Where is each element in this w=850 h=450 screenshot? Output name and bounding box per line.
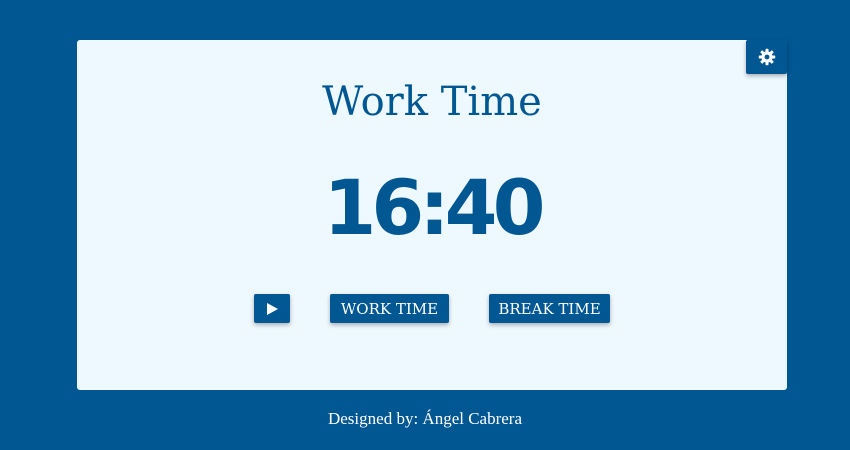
break-time-button[interactable]: BREAK TIME (489, 294, 610, 323)
gear-icon (758, 48, 775, 66)
timer-display: 16:40 (323, 163, 546, 252)
timer-card: Work Time 16:40 WORK TIME BREAK TIME (77, 40, 787, 390)
work-time-button[interactable]: WORK TIME (330, 294, 449, 323)
settings-button[interactable] (746, 40, 787, 74)
footer-credit: Designed by: Ángel Cabrera (327, 409, 523, 428)
play-icon (267, 302, 278, 315)
timer-title: Work Time (322, 79, 542, 125)
play-button[interactable] (254, 294, 290, 323)
